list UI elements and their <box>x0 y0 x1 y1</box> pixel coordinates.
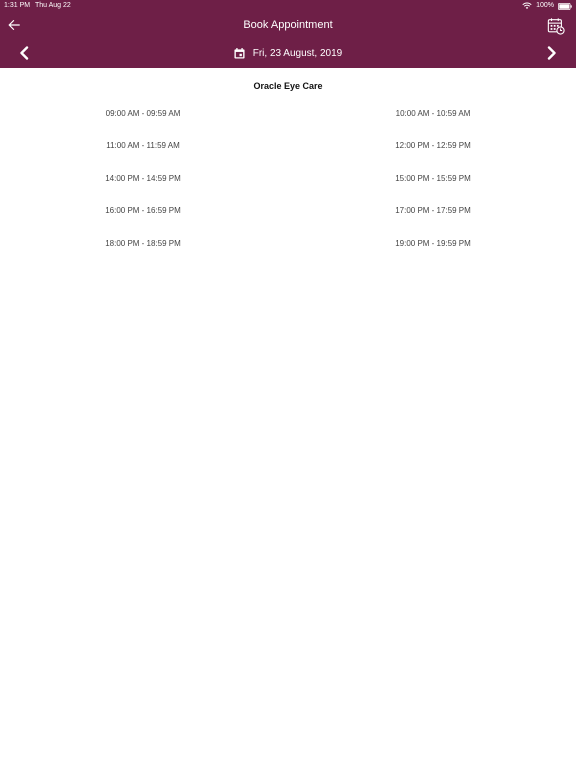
status-date: Thu Aug 22 <box>35 2 71 9</box>
status-bar: 1:31 PM Thu Aug 22 100% <box>0 0 576 12</box>
calendar-schedule-button[interactable] <box>546 16 566 36</box>
date-selector: Fri, 23 August, 2019 <box>0 38 576 68</box>
battery-icon <box>558 2 572 10</box>
back-button[interactable] <box>4 15 24 35</box>
time-slot-button[interactable]: 11:00 AM - 11:59 AM <box>58 138 228 154</box>
calendar-icon <box>234 47 245 59</box>
time-slot-button[interactable]: 17:00 PM - 17:59 PM <box>348 203 518 219</box>
app-header: 1:31 PM Thu Aug 22 100% Book Appointment… <box>0 0 576 68</box>
arrow-left-icon <box>8 20 20 30</box>
time-slot-button[interactable]: 12:00 PM - 12:59 PM <box>348 138 518 154</box>
book-appointment-screen: 1:31 PM Thu Aug 22 100% Book Appointment… <box>0 0 576 768</box>
time-slot-button[interactable]: 15:00 PM - 15:59 PM <box>348 171 518 187</box>
time-slot-button[interactable]: 09:00 AM - 09:59 AM <box>58 106 228 122</box>
chevron-right-icon <box>547 46 556 60</box>
navigation-bar: Book Appointment <box>0 12 576 38</box>
battery-percentage: 100% <box>536 2 554 9</box>
status-indicators: 100% <box>522 0 572 12</box>
next-day-button[interactable] <box>542 43 562 63</box>
previous-day-button[interactable] <box>14 43 34 63</box>
status-time: 1:31 PM <box>4 2 31 9</box>
calendar-clock-icon <box>547 18 565 35</box>
time-slot-button[interactable]: 19:00 PM - 19:59 PM <box>348 236 518 252</box>
time-slot-button[interactable]: 18:00 PM - 18:59 PM <box>58 236 228 252</box>
clinic-name: Oracle Eye Care <box>253 81 323 91</box>
time-slot-button[interactable]: 16:00 PM - 16:59 PM <box>58 203 228 219</box>
time-slot-button[interactable]: 14:00 PM - 14:59 PM <box>58 171 228 187</box>
page-title: Book Appointment <box>243 19 333 31</box>
chevron-left-icon <box>20 46 29 60</box>
wifi-icon <box>522 2 532 9</box>
selected-date-text: Fri, 23 August, 2019 <box>252 47 343 59</box>
selected-date-display: Fri, 23 August, 2019 <box>0 38 576 68</box>
time-slot-button[interactable]: 10:00 AM - 10:59 AM <box>348 106 518 122</box>
